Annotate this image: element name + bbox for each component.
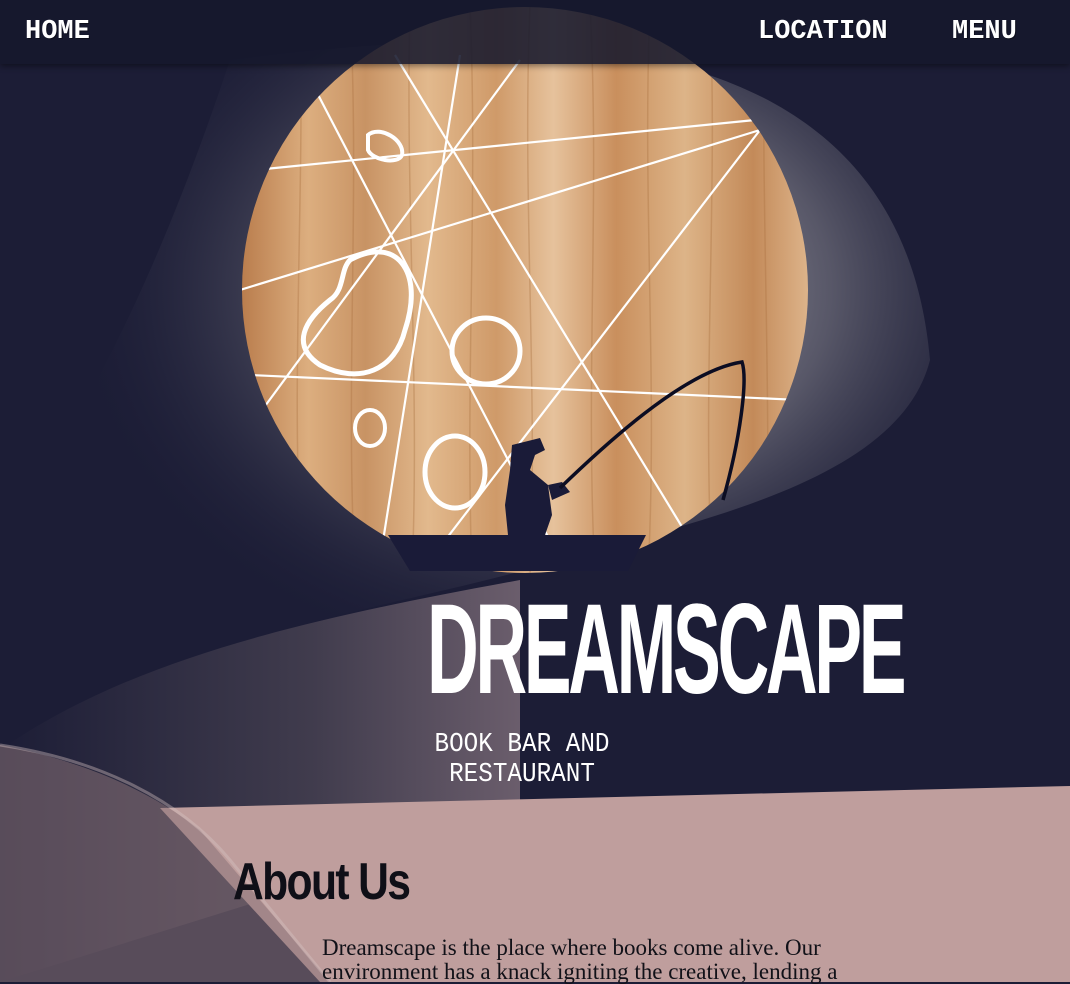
nav-location-link[interactable]: LOCATION: [758, 17, 888, 47]
about-paragraph: Dreamscape is the place where books come…: [322, 935, 838, 984]
nav-menu-link[interactable]: MENU: [952, 17, 1017, 47]
about-heading: About Us: [233, 853, 411, 911]
brand-tagline: BOOK BAR AND RESTAURANT: [434, 730, 610, 790]
nav-home-link[interactable]: HOME: [25, 17, 90, 47]
top-navbar: HOME LOCATION MENU: [0, 0, 1070, 64]
brand-name: DREAMSCAPE: [427, 582, 907, 718]
moon-logo: [242, 7, 808, 573]
boat-icon: [388, 535, 646, 571]
